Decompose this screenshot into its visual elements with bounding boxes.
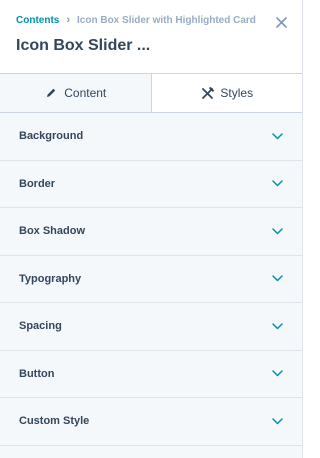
section-background-label: Background <box>19 130 84 143</box>
styles-sidebar-panel: Contents › Icon Box Slider with Highligh… <box>0 0 303 458</box>
section-custom-style[interactable]: Custom Style <box>0 398 302 446</box>
section-border-label: Border <box>19 177 56 190</box>
close-icon <box>275 15 287 33</box>
breadcrumb-current: Icon Box Slider with Highlighted Card <box>77 14 256 26</box>
pencil-icon <box>44 86 58 100</box>
tab-content[interactable]: Content <box>0 74 152 112</box>
chevron-down-icon <box>271 273 283 285</box>
chevron-down-icon <box>271 178 283 190</box>
panel-tabs: Content Styles <box>0 73 302 113</box>
section-typography[interactable]: Typography <box>0 256 302 303</box>
section-box-shadow-label: Box Shadow <box>19 225 86 238</box>
styles-tools-icon <box>200 86 214 100</box>
section-border[interactable]: Border <box>0 161 302 208</box>
breadcrumb: Contents › Icon Box Slider with Highligh… <box>16 14 286 26</box>
section-typography-label: Typography <box>19 272 82 285</box>
page-title: Icon Box Slider ... <box>16 37 151 54</box>
tab-styles-label: Styles <box>220 86 254 100</box>
tab-styles[interactable]: Styles <box>151 74 302 112</box>
section-background[interactable]: Background <box>0 113 302 161</box>
chevron-down-icon <box>271 415 283 427</box>
close-button[interactable] <box>273 16 289 32</box>
section-spacing[interactable]: Spacing <box>0 303 302 351</box>
chevron-down-icon <box>271 130 283 142</box>
breadcrumb-separator: › <box>66 14 71 26</box>
chevron-down-icon <box>271 225 283 237</box>
chevron-down-icon <box>271 320 283 332</box>
style-sections-list: Background Border Box Shadow Typography … <box>0 113 302 458</box>
section-box-shadow[interactable]: Box Shadow <box>0 208 302 256</box>
section-button[interactable]: Button <box>0 351 302 398</box>
breadcrumb-contents-link[interactable]: Contents <box>16 15 59 26</box>
panel-header: Contents › Icon Box Slider with Highligh… <box>0 0 302 73</box>
tab-content-label: Content <box>64 86 107 100</box>
section-spacing-label: Spacing <box>19 320 62 333</box>
section-custom-style-label: Custom Style <box>19 415 90 428</box>
chevron-down-icon <box>271 368 283 380</box>
section-button-label: Button <box>19 367 55 380</box>
